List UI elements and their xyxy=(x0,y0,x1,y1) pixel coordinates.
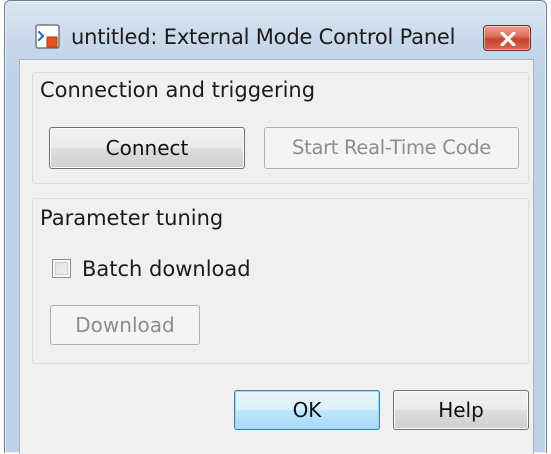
dialog-window: untitled: External Mode Control Panel Co… xyxy=(4,0,547,454)
window-title: untitled: External Mode Control Panel xyxy=(71,25,456,49)
parameter-tuning-group-label: Parameter tuning xyxy=(40,206,224,230)
help-button[interactable]: Help xyxy=(393,390,529,430)
parameter-tuning-group: Parameter tuning Batch download Download xyxy=(32,198,529,364)
download-button: Download xyxy=(50,305,200,345)
dialog-client-area: Connection and triggering Connect Start … xyxy=(19,59,534,454)
simulink-model-icon xyxy=(35,24,61,50)
close-button[interactable] xyxy=(483,25,531,51)
start-real-time-code-button: Start Real-Time Code xyxy=(264,127,519,169)
batch-download-checkbox[interactable] xyxy=(52,259,71,278)
ok-button[interactable]: OK xyxy=(234,390,380,430)
title-bar[interactable]: untitled: External Mode Control Panel xyxy=(5,1,546,51)
close-x-icon xyxy=(500,32,516,46)
connect-button[interactable]: Connect xyxy=(49,127,245,169)
connection-group: Connection and triggering Connect Start … xyxy=(32,72,529,184)
batch-download-label[interactable]: Batch download xyxy=(82,256,251,282)
connection-group-label: Connection and triggering xyxy=(40,78,316,102)
